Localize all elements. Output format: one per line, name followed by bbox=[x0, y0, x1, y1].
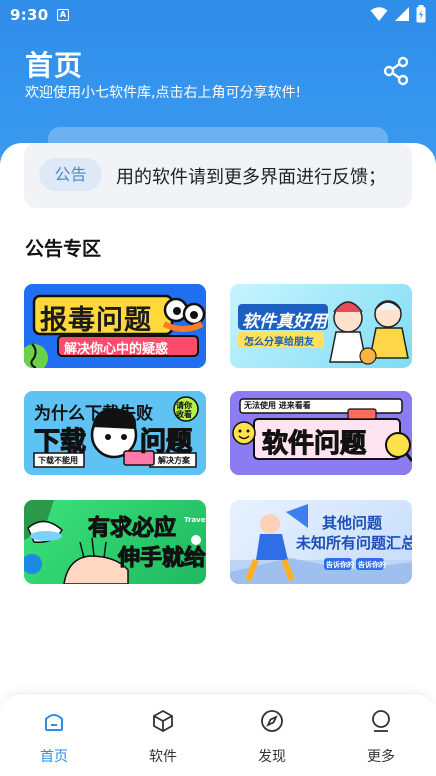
nav-label: 软件 bbox=[149, 749, 177, 765]
page-title: 首页 bbox=[25, 49, 84, 82]
banner-request[interactable]: 有求必应 伸手就给 Travel bbox=[24, 500, 206, 584]
notification-a-icon: A bbox=[57, 9, 69, 21]
status-time: 9:30 bbox=[10, 6, 49, 24]
banner-download-issue[interactable]: 为什么下载失败 下载 问题 下载不能用 解决方案 请你收看 bbox=[24, 391, 206, 475]
home-icon bbox=[45, 714, 63, 731]
banner-title: 软件真好用 bbox=[242, 312, 327, 332]
banner-small-text: Travel bbox=[184, 516, 206, 524]
banner-title-2: 伸手就给 bbox=[117, 546, 206, 572]
banner-title-2: 未知所有问题汇总 bbox=[296, 534, 412, 552]
banner-title-1: 其他问题 bbox=[322, 514, 383, 532]
bottom-nav: 首页 软件 发现 更多 bbox=[0, 693, 436, 776]
nav-software[interactable]: 软件 bbox=[123, 694, 203, 776]
share-button[interactable] bbox=[382, 56, 412, 86]
nav-more[interactable]: 更多 bbox=[341, 694, 421, 776]
notice-text: 用的软件请到更多界面进行反馈； bbox=[116, 167, 386, 188]
banner-tag-right: 解决方案 bbox=[158, 456, 190, 465]
banner-subtitle: 怎么分享给朋友 bbox=[244, 337, 314, 348]
banner-tag-2: 告诉你的 bbox=[358, 561, 386, 569]
banner-other-issues[interactable]: 其他问题 未知所有问题汇总 告诉你的 告诉你的 bbox=[230, 500, 412, 584]
status-icons bbox=[370, 5, 426, 23]
cube-icon bbox=[153, 709, 173, 733]
banner-top-text: 无法使用 进来看看 bbox=[244, 401, 311, 410]
banner-badge: 请你收看 bbox=[176, 401, 192, 419]
banner-tag-left: 下载不能用 bbox=[38, 456, 78, 465]
nav-label: 首页 bbox=[40, 749, 68, 765]
section-title: 公告专区 bbox=[25, 238, 102, 260]
banner-title: 报毒问题 bbox=[40, 305, 152, 336]
banner-big-right: 问题 bbox=[139, 426, 193, 457]
wifi-icon bbox=[370, 7, 388, 21]
battery-icon bbox=[416, 5, 426, 23]
signal-icon bbox=[395, 7, 409, 21]
notice-bar[interactable]: 公告 用的软件请到更多界面进行反馈； bbox=[24, 143, 412, 208]
banner-subtitle: 解决你心中的疑惑 bbox=[64, 342, 169, 357]
nav-discover[interactable]: 发现 bbox=[232, 694, 312, 776]
banner-virus-issue[interactable]: 报毒问题 解决你心中的疑惑 bbox=[24, 284, 206, 368]
notice-badge: 公告 bbox=[39, 158, 102, 191]
compass-icon bbox=[261, 710, 283, 732]
share-icon bbox=[383, 56, 409, 86]
nav-home[interactable]: 首页 bbox=[14, 694, 94, 776]
banner-title: 软件问题 bbox=[261, 429, 367, 460]
nav-label: 更多 bbox=[367, 749, 395, 765]
status-bar: 9:30 A bbox=[0, 0, 436, 30]
more-icon bbox=[372, 710, 390, 732]
banner-title-1: 有求必应 bbox=[87, 516, 177, 542]
banner-big-left: 下载 bbox=[33, 426, 87, 457]
banner-tag-1: 告诉你的 bbox=[326, 561, 354, 569]
page-subtitle: 欢迎使用小七软件库,点击右上角可分享软件! bbox=[25, 85, 302, 101]
banner-software-good[interactable]: 软件真好用 怎么分享给朋友 bbox=[230, 284, 412, 368]
nav-label: 发现 bbox=[258, 749, 286, 765]
banner-software-issue[interactable]: 无法使用 进来看看 软件问题 bbox=[230, 391, 412, 475]
